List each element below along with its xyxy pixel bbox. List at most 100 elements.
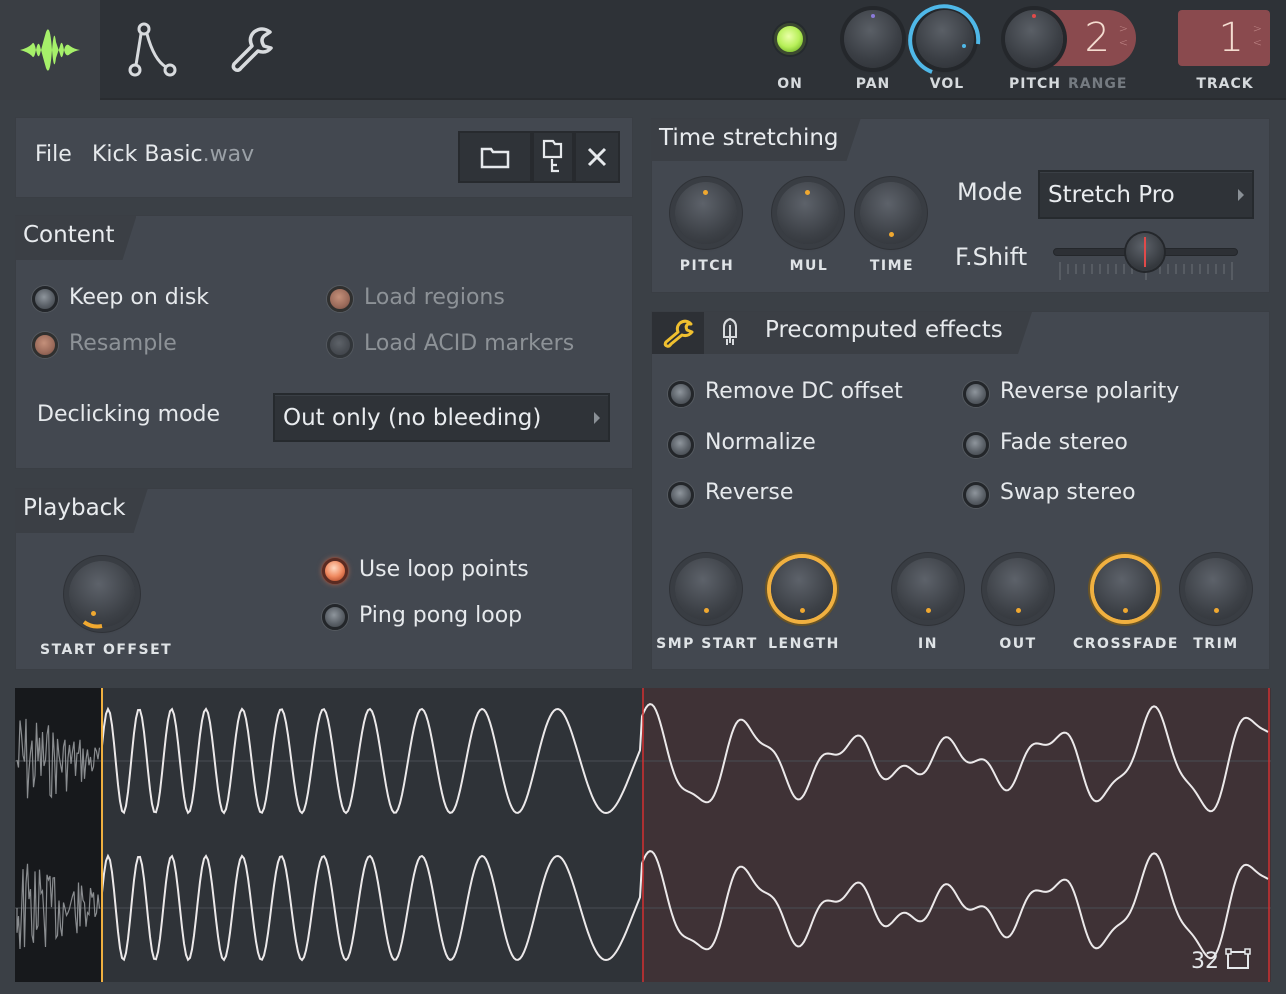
fade-in-knob[interactable]	[897, 558, 959, 620]
file-name[interactable]: Kick Basic.wav	[92, 142, 254, 167]
waveform-icon	[20, 29, 80, 71]
fade-out-knob[interactable]	[987, 558, 1049, 620]
keep-on-disk-radio[interactable]	[32, 286, 58, 312]
pitch-range-value: 2	[1084, 15, 1110, 61]
crossfade-knob[interactable]	[1094, 558, 1156, 620]
zoom-level-value: 32	[1191, 949, 1219, 974]
remove-dc-offset-label[interactable]: Remove DC offset	[705, 379, 903, 404]
range-label: RANGE	[1068, 76, 1128, 92]
ts-pitch-knob[interactable]	[675, 182, 737, 244]
file-label: File	[35, 142, 72, 167]
use-loop-points-radio[interactable]	[322, 558, 348, 584]
swap-stereo-label[interactable]: Swap stereo	[1000, 480, 1136, 505]
use-loop-points-label[interactable]: Use loop points	[359, 557, 529, 582]
waveform-canvas	[15, 688, 1271, 982]
dropdown-arrow-icon	[594, 411, 600, 424]
channel-on-led[interactable]	[774, 23, 806, 55]
normalize-radio[interactable]	[668, 432, 694, 458]
reverse-radio[interactable]	[668, 482, 694, 508]
fshift-slider-handle[interactable]	[1126, 233, 1164, 271]
top-toolbar: ON PAN VOL 2 > < PITCH RANGE 1 > < TRACK	[0, 0, 1286, 100]
resample-label[interactable]: Resample	[69, 331, 177, 356]
ts-time-knob[interactable]	[860, 182, 922, 244]
declicking-mode-value: Out only (no bleeding)	[283, 404, 542, 431]
dropdown-arrow-icon	[1238, 188, 1244, 201]
smp-start-knob[interactable]	[675, 558, 737, 620]
vol-label: VOL	[929, 76, 965, 92]
crossfade-label: CROSSFADE	[1073, 636, 1179, 652]
pre-start-region	[15, 688, 101, 982]
fade-stereo-label[interactable]: Fade stereo	[1000, 430, 1128, 455]
stretch-mode-value: Stretch Pro	[1048, 181, 1175, 208]
reverse-polarity-radio[interactable]	[963, 381, 989, 407]
mode-label: Mode	[957, 178, 1023, 206]
envelope-icon	[128, 22, 177, 77]
fade-out-label: OUT	[999, 636, 1037, 652]
track-stepper-icon[interactable]: > <	[1253, 22, 1262, 50]
load-regions-radio[interactable]	[327, 286, 353, 312]
range-stepper-icon[interactable]: > <	[1119, 22, 1128, 50]
track-label: TRACK	[1196, 76, 1254, 92]
open-file-button[interactable]	[458, 131, 532, 183]
swap-stereo-radio[interactable]	[963, 482, 989, 508]
tab-settings[interactable]	[202, 0, 302, 100]
precomputed-tube-button[interactable]	[718, 314, 742, 352]
volume-level-arc	[908, 4, 981, 74]
tab-envelope[interactable]	[102, 0, 202, 100]
pan-label: PAN	[855, 76, 891, 92]
load-acid-markers-label[interactable]: Load ACID markers	[364, 331, 574, 356]
wrench-icon	[663, 319, 694, 348]
fshift-label: F.Shift	[955, 243, 1028, 271]
mixer-track-display[interactable]: 1 > <	[1178, 10, 1270, 66]
remove-file-button[interactable]	[574, 131, 620, 183]
trim-knob[interactable]	[1185, 558, 1247, 620]
close-icon	[587, 147, 607, 167]
length-label: LENGTH	[768, 636, 840, 652]
length-knob[interactable]	[771, 558, 833, 620]
ts-mul-knob[interactable]	[777, 182, 839, 244]
time-stretching-title: Time stretching	[651, 119, 861, 161]
remove-dc-offset-radio[interactable]	[668, 381, 694, 407]
folder-icon	[480, 147, 510, 169]
file-basename: Kick Basic	[92, 142, 203, 167]
reverse-label[interactable]: Reverse	[705, 480, 793, 505]
ts-pitch-label: PITCH	[679, 258, 735, 274]
smp-start-label: SMP START	[656, 636, 758, 652]
pan-knob[interactable]	[844, 10, 902, 68]
start-offset-indicator	[82, 620, 103, 629]
wrench-icon	[231, 27, 273, 72]
reverse-polarity-label[interactable]: Reverse polarity	[1000, 379, 1179, 404]
pitch-label: PITCH	[1008, 76, 1061, 92]
ping-pong-loop-radio[interactable]	[322, 604, 348, 630]
fade-stereo-radio[interactable]	[963, 432, 989, 458]
fade-in-label: IN	[918, 636, 938, 652]
playback-title: Playback	[15, 489, 148, 533]
trim-label: TRIM	[1193, 636, 1239, 652]
pitch-knob[interactable]	[1005, 10, 1063, 68]
waveform-display[interactable]: 32	[15, 688, 1271, 982]
tab-sample[interactable]	[0, 0, 100, 100]
declicking-mode-label: Declicking mode	[37, 402, 221, 427]
zoom-fit-icon[interactable]	[1225, 946, 1251, 970]
ts-time-label: TIME	[869, 258, 915, 274]
vacuum-tube-icon	[723, 317, 737, 345]
keep-on-disk-label[interactable]: Keep on disk	[69, 285, 209, 310]
browse-file-button[interactable]	[532, 131, 574, 183]
normalize-label[interactable]: Normalize	[705, 430, 816, 455]
stretch-mode-dropdown[interactable]: Stretch Pro	[1038, 170, 1254, 219]
resample-radio[interactable]	[32, 332, 58, 358]
fshift-handle-marker	[1144, 237, 1146, 267]
load-acid-markers-radio[interactable]	[327, 332, 353, 358]
content-title: Content	[15, 216, 136, 260]
load-regions-label[interactable]: Load regions	[364, 285, 505, 310]
precomputed-wrench-button[interactable]	[652, 312, 704, 354]
loop-region	[642, 688, 1271, 982]
start-offset-label: START OFFSET	[40, 642, 173, 658]
declicking-mode-dropdown[interactable]: Out only (no bleeding)	[273, 393, 610, 442]
precomputed-effects-title: Precomputed effects	[765, 317, 1003, 343]
on-label: ON	[777, 76, 803, 92]
ts-mul-label: MUL	[789, 258, 829, 274]
mixer-track-value: 1	[1218, 15, 1244, 61]
ping-pong-loop-label[interactable]: Ping pong loop	[359, 603, 522, 628]
file-browse-icon	[542, 139, 563, 173]
